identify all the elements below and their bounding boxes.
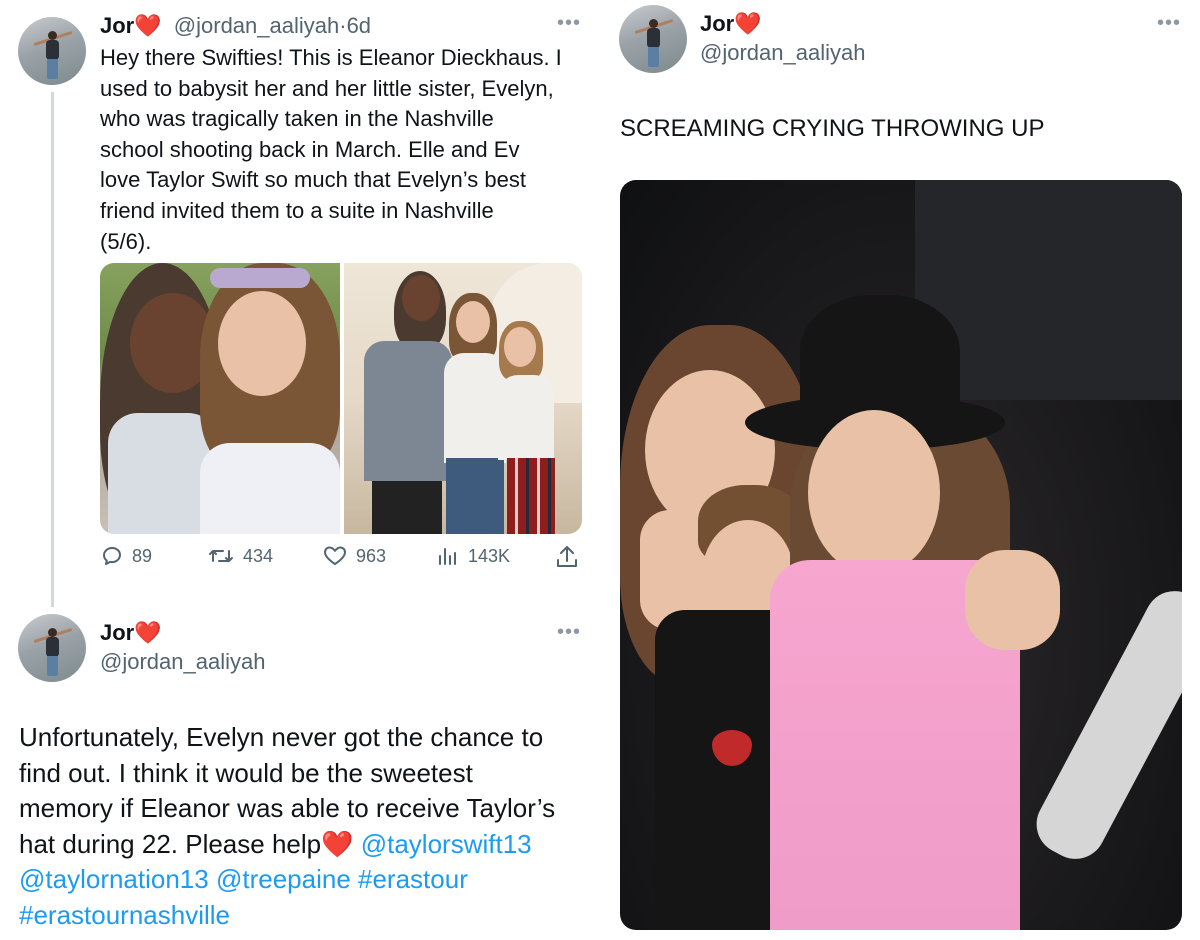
heart-emoji-icon: ❤️ (321, 828, 354, 859)
tweet-action-bar: 89 434 963 143K (100, 544, 585, 578)
tweet-text-line: hat during 22. Please help❤️ @taylorswif… (19, 827, 594, 863)
tweet-text-line: who was tragically taken in the Nashvill… (100, 106, 494, 132)
retweet-count: 434 (243, 545, 274, 566)
user-handle-line: @jordan_aaliyah (700, 40, 865, 66)
user-handle[interactable]: @jordan_aaliyah (100, 649, 265, 674)
heart-emoji-icon: ❤️ (734, 11, 762, 36)
tweet-text: SCREAMING CRYING THROWING UP (620, 115, 1045, 142)
user-handle-line: @jordan_aaliyah (100, 649, 265, 675)
mention-link[interactable]: @treepaine (216, 864, 351, 894)
hashtag-link[interactable]: #erastour (358, 864, 468, 894)
reply-count: 89 (132, 545, 153, 566)
retweet-button[interactable]: 434 (207, 544, 273, 568)
tweet-header: Jor❤️ @jordan_aaliyah·6d (100, 13, 371, 39)
timestamp[interactable]: 6d (347, 13, 371, 38)
heart-emoji-icon: ❤️ (134, 620, 162, 645)
tweet-text-line: find out. I think it would be the sweete… (19, 757, 473, 788)
mention-link[interactable]: @taylorswift13 (361, 829, 532, 859)
tweet-text-line: (5/6). (100, 228, 152, 254)
user-handle[interactable]: @jordan_aaliyah (174, 13, 339, 38)
tweet-photo-group[interactable] (344, 263, 582, 534)
heart-emoji-icon: ❤️ (134, 13, 162, 38)
reply-icon (103, 547, 121, 565)
tweet-text-line: friend invited them to a suite in Nashvi… (100, 197, 494, 223)
like-count: 963 (356, 545, 387, 566)
view-count: 143K (468, 545, 511, 566)
tweet-text-segment: hat during 22. Please help (19, 828, 322, 859)
mention-link[interactable]: @taylornation13 (19, 864, 209, 894)
avatar[interactable] (18, 614, 86, 682)
display-name[interactable]: Jor (100, 13, 134, 38)
user-handle[interactable]: @jordan_aaliyah (700, 40, 865, 65)
display-name[interactable]: Jor (100, 620, 134, 645)
retweet-icon (209, 550, 233, 562)
views-button[interactable]: 143K (436, 544, 510, 568)
tweet-photo-selfie[interactable] (100, 263, 340, 534)
share-button[interactable] (554, 544, 580, 570)
more-horizontal-icon[interactable]: ••• (1157, 12, 1181, 35)
share-icon (557, 546, 577, 567)
tweet-text-line: @taylornation13 @treepaine #erastour (19, 862, 594, 898)
more-horizontal-icon[interactable]: ••• (557, 621, 581, 644)
separator-dot: · (339, 13, 347, 38)
avatar[interactable] (18, 17, 86, 85)
more-horizontal-icon[interactable]: ••• (557, 12, 581, 35)
tweet-text-line: memory if Eleanor was able to receive Ta… (19, 793, 556, 823)
tweet-text-line: Hey there Swifties! This is Eleanor Diec… (100, 45, 562, 70)
avatar[interactable] (619, 5, 687, 73)
thread-connector-line (51, 92, 54, 607)
like-icon (324, 546, 346, 565)
tweet-text: Unfortunately, Evelyn never got the chan… (19, 720, 594, 933)
left-panel: Jor❤️ @jordan_aaliyah·6d ••• Hey there S… (0, 0, 600, 940)
tweet-header: Jor❤️ (700, 11, 762, 37)
tweet-text-line: used to babysit her and her little siste… (100, 75, 554, 101)
tweet-header: Jor❤️ (100, 620, 162, 646)
hashtag-link[interactable]: #erastournashville (19, 900, 230, 930)
tweet-text-line: #erastournashville (19, 898, 594, 934)
like-button[interactable]: 963 (322, 544, 386, 568)
tweet-text-line: love Taylor Swift so much that Evelyn’s … (100, 167, 526, 193)
tweet-photo-main[interactable] (620, 180, 1182, 930)
views-icon (439, 548, 456, 565)
tweet-text: Hey there Swifties! This is Eleanor Diec… (100, 43, 590, 257)
display-name[interactable]: Jor (700, 11, 734, 36)
tweet-text-line: Unfortunately, Evelyn never got the chan… (19, 722, 544, 752)
tweet-text-line: school shooting back in March. Elle and … (100, 136, 520, 162)
reply-button[interactable]: 89 (100, 544, 152, 568)
